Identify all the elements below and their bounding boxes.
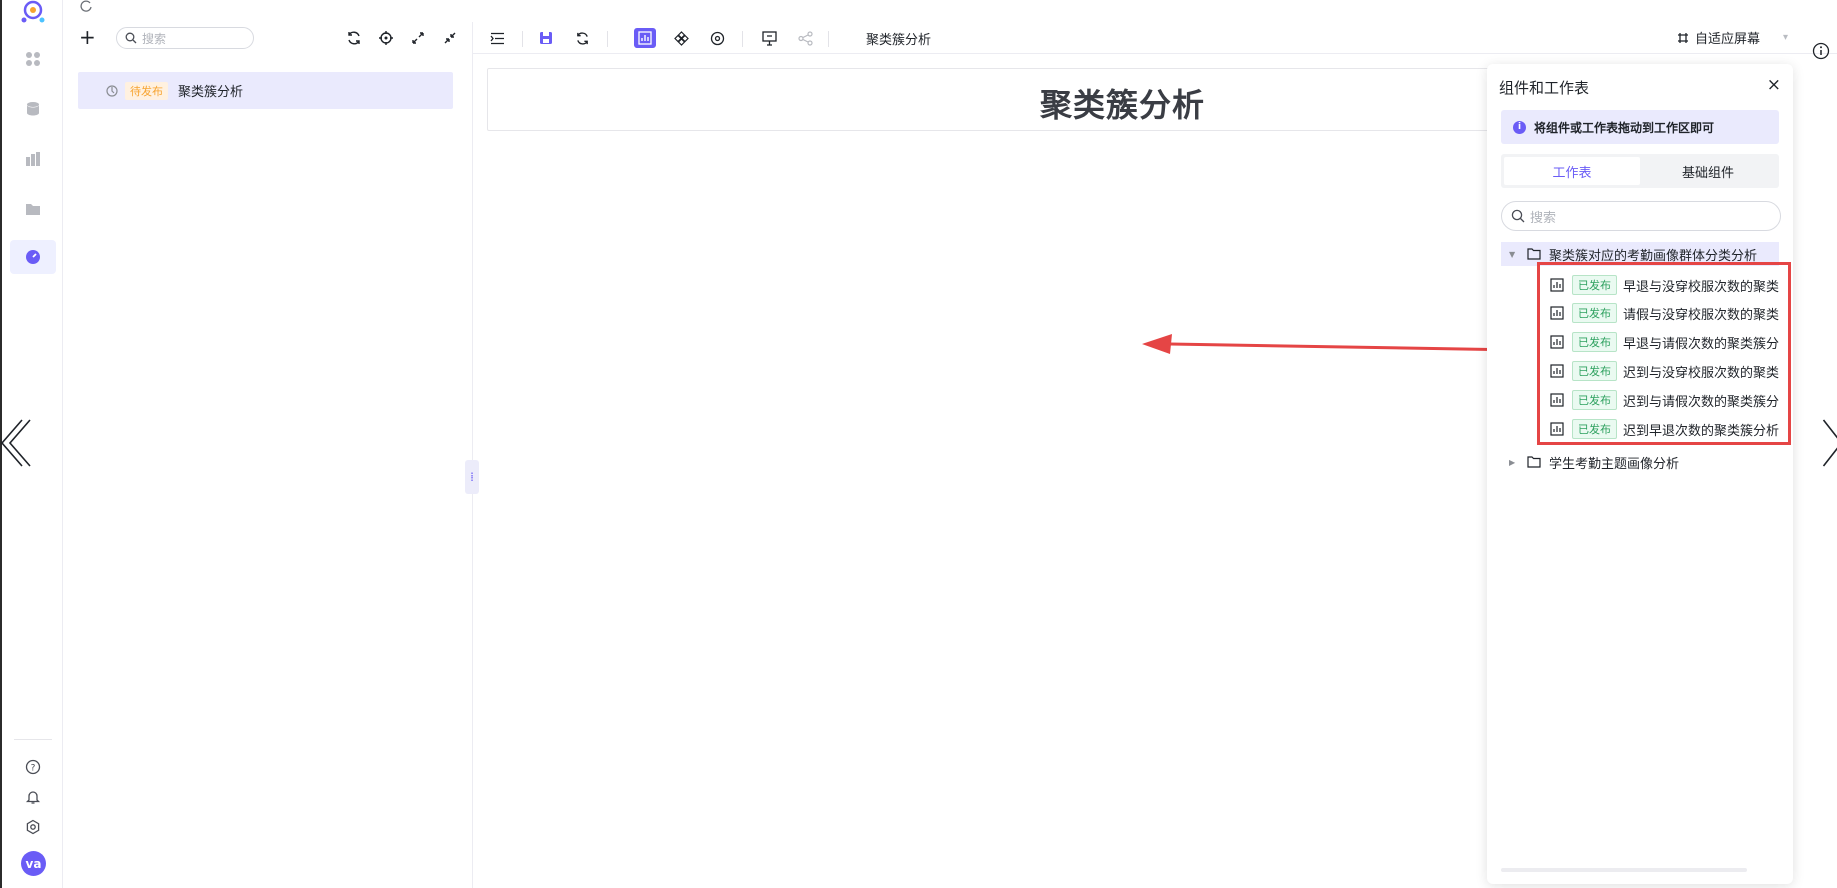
dashboard-icon[interactable]: [20, 244, 46, 270]
panel-title: 组件和工作表: [1499, 79, 1590, 97]
settings-icon[interactable]: [20, 814, 46, 840]
status-badge: 待发布: [125, 81, 168, 100]
fit-screen-select[interactable]: 自适应屏幕: [1677, 28, 1760, 47]
expand-all-icon[interactable]: [407, 28, 429, 48]
editor-toolbar: 聚类簇分析 自适应屏幕 ▾: [473, 22, 1837, 54]
info-dot-icon: i: [1513, 120, 1526, 134]
tree-search-placeholder: 搜索: [142, 31, 167, 46]
refresh-icon[interactable]: [343, 28, 365, 48]
panel-search-placeholder: 搜索: [1530, 210, 1557, 226]
folder-icon: [1527, 248, 1541, 260]
search-icon: [125, 32, 137, 44]
toolbar-separator: [828, 31, 829, 47]
reload-icon[interactable]: [78, 0, 94, 12]
folder-name: 学生考勤主题画像分析: [1549, 456, 1680, 472]
dashboard-tree-pane: + 搜索 待发布 聚类簇分析: [63, 22, 473, 888]
collapse-all-icon[interactable]: [439, 28, 461, 48]
toolbar-separator: [522, 31, 523, 47]
panel-hint: i 将组件或工作表拖动到工作区即可: [1501, 110, 1779, 144]
component-worksheet-panel: 组件和工作表 × i 将组件或工作表拖动到工作区即可 工作表 基础组件 搜索 ▼…: [1487, 64, 1793, 884]
tree-item-label: 聚类簇分析: [178, 85, 244, 100]
add-dashboard-button[interactable]: +: [79, 27, 101, 48]
database-icon[interactable]: [20, 96, 46, 122]
pane-resize-handle[interactable]: ⁞: [465, 460, 479, 494]
panel-tabs: 工作表 基础组件: [1501, 154, 1779, 188]
panel-hint-text: 将组件或工作表拖动到工作区即可: [1534, 120, 1715, 135]
tree-toolbar: + 搜索: [63, 22, 473, 52]
user-avatar[interactable]: va: [21, 851, 46, 876]
save-icon[interactable]: [535, 28, 557, 48]
folder-name: 聚类簇对应的考勤画像群体分类分析: [1549, 248, 1758, 264]
chevron-left-icon[interactable]: [0, 418, 32, 468]
apps-icon[interactable]: [20, 46, 46, 72]
toolbar-separator: [742, 31, 743, 47]
help-icon[interactable]: ?: [20, 754, 46, 780]
outline-icon[interactable]: [486, 28, 508, 48]
component-icon[interactable]: [670, 28, 692, 48]
svg-text:?: ?: [31, 764, 36, 774]
dashboard-name: 聚类簇分析: [866, 33, 932, 48]
share-icon[interactable]: [794, 28, 816, 48]
locate-icon[interactable]: [375, 28, 397, 48]
folder-nav-icon[interactable]: [20, 196, 46, 222]
tree-search-input[interactable]: 搜索: [116, 27, 254, 49]
worksheet-panel-icon[interactable]: [634, 28, 656, 48]
theme-icon[interactable]: [706, 28, 728, 48]
chevron-right-icon[interactable]: [1816, 418, 1837, 468]
folder-row[interactable]: ▶ 学生考勤主题画像分析: [1501, 450, 1779, 474]
close-icon[interactable]: ×: [1767, 75, 1781, 95]
annotation-arrow: [1142, 334, 1520, 354]
fit-screen-icon: [1678, 32, 1688, 43]
toolbar-separator: [607, 31, 608, 47]
chevron-down-icon[interactable]: ▾: [1783, 32, 1788, 43]
rail-divider: [14, 739, 52, 740]
presentation-icon[interactable]: [758, 28, 780, 48]
panel-scrollbar[interactable]: [1501, 868, 1747, 872]
annotation-highlight-box: [1537, 262, 1791, 445]
fit-screen-label: 自适应屏幕: [1695, 32, 1761, 47]
canvas-title-box[interactable]: [487, 68, 1587, 131]
refresh-canvas-icon[interactable]: [571, 28, 593, 48]
caret-right-icon[interactable]: ▶: [1509, 458, 1521, 467]
tree-item-dashboard[interactable]: 待发布 聚类簇分析: [78, 72, 453, 109]
app-logo-icon[interactable]: [19, 0, 47, 26]
bell-icon[interactable]: [20, 784, 46, 810]
search-icon: [1511, 209, 1525, 223]
folder-icon: [1527, 456, 1541, 468]
tab-worksheets[interactable]: 工作表: [1504, 157, 1640, 185]
tab-basic-components[interactable]: 基础组件: [1640, 157, 1776, 185]
canvas-title: 聚类簇分析: [1040, 86, 1206, 124]
panel-search-input[interactable]: 搜索: [1501, 201, 1781, 231]
info-icon[interactable]: [1812, 42, 1830, 60]
caret-down-icon[interactable]: ▼: [1509, 250, 1521, 259]
pending-status-icon: [106, 84, 118, 97]
chart-icon[interactable]: [20, 146, 46, 172]
